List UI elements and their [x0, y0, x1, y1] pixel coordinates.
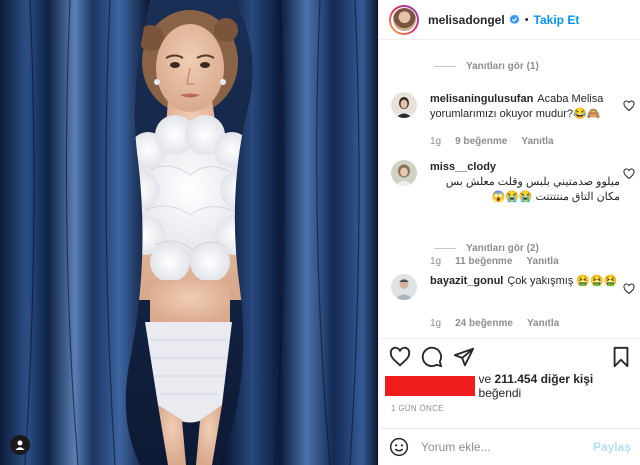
commenter-avatar[interactable] [391, 92, 417, 118]
photo-illustration [0, 0, 378, 465]
instagram-post: melisadongel • Takip Et Yanıtları gör (1… [0, 0, 640, 465]
user-icon [15, 440, 25, 450]
share-send-icon[interactable] [453, 346, 475, 368]
comment-input[interactable] [421, 440, 581, 454]
post-photo[interactable] [0, 0, 378, 465]
separator-dot: • [524, 13, 529, 26]
comment-text: Çok yakışmış 🤮🤮🤮 [507, 275, 618, 287]
comment-meta: 1g 24 beğenme Yanıtla [430, 318, 559, 329]
reply-button[interactable]: Yanıtla [521, 136, 553, 147]
comment-bubble-icon[interactable] [421, 346, 443, 368]
view-replies-label: Yanıtları gör (1) [466, 61, 539, 72]
emoji-icon[interactable] [389, 437, 409, 457]
comment-likes[interactable]: 24 beğenme [455, 318, 513, 329]
redacted-liker-name [385, 376, 475, 396]
like-heart-icon[interactable] [389, 346, 411, 368]
verified-badge-icon [509, 14, 520, 25]
follow-button[interactable]: Takip Et [534, 13, 580, 27]
like-comment-heart-icon[interactable] [623, 283, 635, 295]
comments-list: Yanıtları gör (1) melisaningulusufan Acab… [379, 40, 640, 338]
comment-likes[interactable]: 11 beğenme [455, 256, 512, 267]
comment-likes[interactable]: 9 beğenme [455, 136, 507, 147]
post-side-panel: melisadongel • Takip Et Yanıtları gör (1… [378, 0, 640, 465]
comment-username[interactable]: melisaningulusufan [430, 93, 533, 105]
post-actions [379, 338, 640, 372]
tagged-user-button[interactable] [10, 435, 30, 455]
post-timestamp[interactable]: 1 GÜN ÖNCE [391, 404, 444, 413]
view-replies-toggle[interactable]: Yanıtları gör (1) [434, 61, 539, 72]
like-comment-heart-icon[interactable] [623, 168, 635, 180]
comment-time: 1g [430, 136, 442, 147]
save-bookmark-icon[interactable] [610, 346, 632, 368]
likes-count[interactable]: 211.454 diğer kişi [495, 372, 594, 386]
post-comment-button[interactable]: Paylaş [593, 440, 631, 454]
likes-suffix: beğendi [478, 386, 522, 400]
view-replies-label: Yanıtları gör (2) [466, 243, 539, 254]
reply-button[interactable]: Yanıtla [526, 256, 558, 267]
comment-composer: Paylaş [379, 428, 640, 465]
reply-button[interactable]: Yanıtla [527, 318, 559, 329]
likes-prefix: ve [478, 372, 495, 386]
comment-time: 1g [430, 318, 442, 329]
view-replies-toggle[interactable]: Yanıtları gör (2) [434, 243, 539, 254]
commenter-avatar[interactable] [391, 274, 417, 300]
author-username[interactable]: melisadongel [428, 13, 505, 27]
comment-username[interactable]: bayazit_gonul [430, 275, 503, 287]
comment-time: 1g [430, 256, 442, 267]
like-comment-heart-icon[interactable] [623, 100, 635, 112]
comment-meta: 1g 9 beğenme Yanıtla [430, 136, 554, 147]
avatar-image [392, 8, 416, 31]
profile-avatar[interactable] [389, 4, 419, 35]
post-header: melisadongel • Takip Et [379, 0, 640, 40]
comment-meta: 1g 11 beğenme Yanıtla [430, 256, 559, 267]
likes-summary: ve 211.454 diğer kişi beğendi [385, 372, 635, 400]
commenter-avatar[interactable] [391, 160, 417, 186]
comment-text: ميلوو صدمتيني بلبس وقلت معلش بس مكان الت… [445, 176, 620, 203]
comment-username[interactable]: miss__clody [430, 161, 496, 173]
